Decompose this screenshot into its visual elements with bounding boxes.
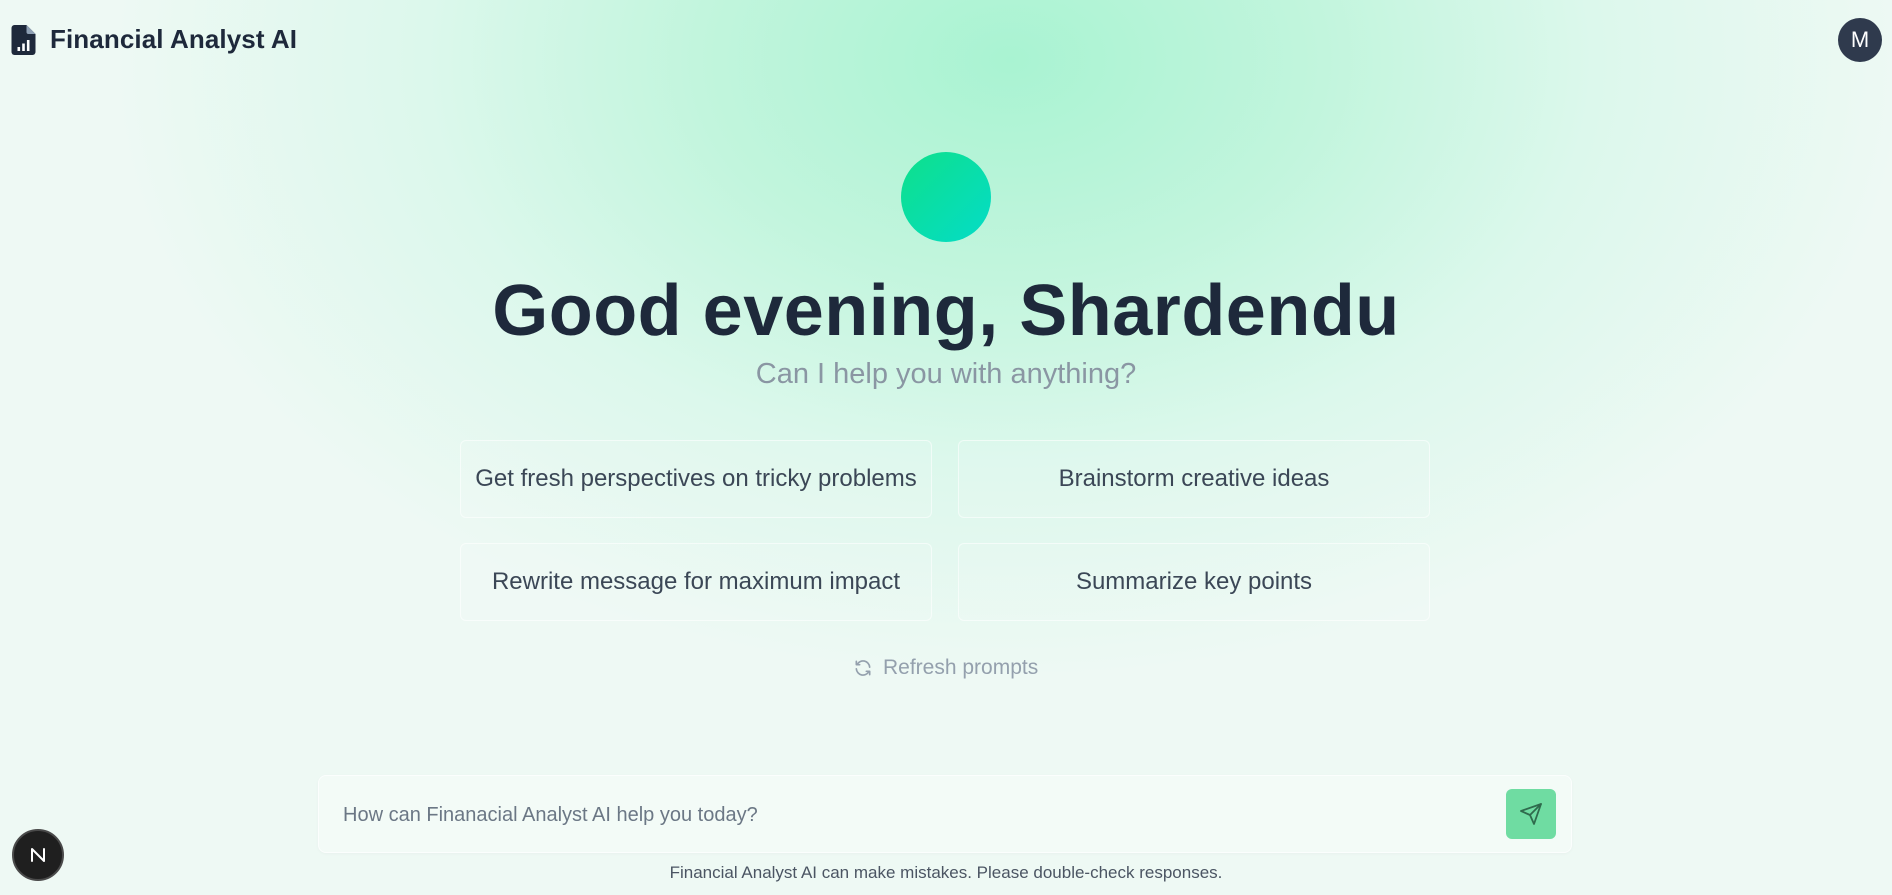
prompt-card-label: Brainstorm creative ideas — [1058, 465, 1330, 492]
brand[interactable]: Financial Analyst AI — [11, 24, 297, 55]
prompt-card-brainstorm[interactable]: Brainstorm creative ideas — [958, 440, 1430, 518]
greeting-subtitle: Can I help you with anything? — [755, 358, 1137, 390]
send-button[interactable] — [1506, 789, 1556, 839]
message-composer — [318, 775, 1572, 853]
dev-tools-badge[interactable] — [12, 829, 64, 881]
greeting-heading: Good evening, Shardendu — [492, 271, 1400, 351]
refresh-icon — [855, 660, 871, 676]
send-icon — [1520, 803, 1542, 825]
disclaimer-text: Financial Analyst AI can make mistakes. … — [669, 863, 1223, 882]
prompt-card-label: Summarize key points — [1075, 568, 1313, 595]
top-bar: Financial Analyst AI M — [0, 0, 1892, 82]
prompt-card-fresh-perspectives[interactable]: Get fresh perspectives on tricky problem… — [460, 440, 932, 518]
assistant-orb — [901, 152, 991, 242]
app-title: Financial Analyst AI — [50, 24, 298, 54]
refresh-prompts-button[interactable]: Refresh prompts — [853, 656, 1038, 680]
prompt-card-summarize[interactable]: Summarize key points — [958, 543, 1430, 621]
avatar-initial: M — [1850, 27, 1870, 52]
file-chart-icon — [11, 24, 36, 55]
refresh-prompts-label: Refresh prompts — [883, 656, 1039, 679]
prompt-card-label: Rewrite message for maximum impact — [491, 568, 901, 595]
user-avatar[interactable]: M — [1838, 18, 1882, 62]
prompt-card-label: Get fresh perspectives on tricky problem… — [475, 465, 917, 492]
n-logo-icon — [31, 848, 45, 862]
prompt-card-rewrite-message[interactable]: Rewrite message for maximum impact — [460, 543, 932, 621]
message-input[interactable] — [341, 794, 1475, 836]
